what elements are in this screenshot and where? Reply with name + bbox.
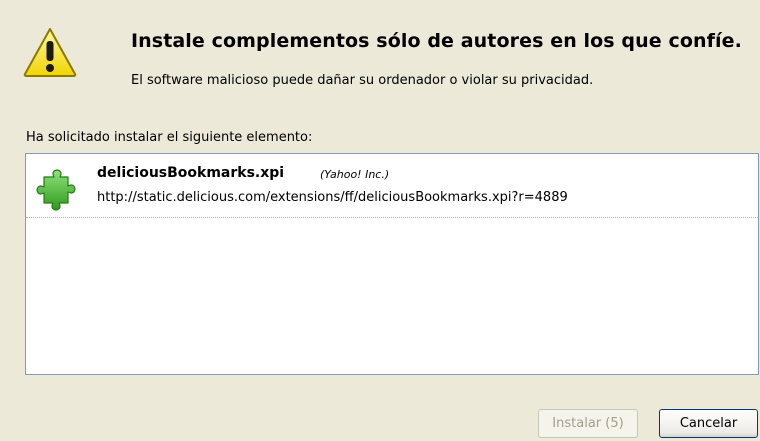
list-label: Ha solicitado instalar el siguiente elem… — [26, 130, 313, 145]
warning-icon — [23, 28, 77, 77]
install-list[interactable]: deliciousBookmarks.xpi (Yahoo! Inc.) htt… — [25, 153, 759, 375]
dialog-subline: El software malicioso puede dañar su ord… — [131, 73, 594, 88]
list-item[interactable]: deliciousBookmarks.xpi (Yahoo! Inc.) htt… — [26, 154, 758, 218]
addon-url: http://static.delicious.com/extensions/f… — [97, 190, 568, 205]
install-dialog: { "dialog": { "headline": "Instale compl… — [0, 0, 760, 441]
addon-author: (Yahoo! Inc.) — [320, 168, 390, 181]
puzzle-piece-icon — [36, 169, 76, 211]
install-button[interactable]: Instalar (5) — [538, 409, 638, 438]
addon-name: deliciousBookmarks.xpi — [97, 165, 285, 181]
cancel-button[interactable]: Cancelar — [659, 409, 758, 438]
dialog-headline: Instale complementos sólo de autores en … — [131, 30, 742, 52]
